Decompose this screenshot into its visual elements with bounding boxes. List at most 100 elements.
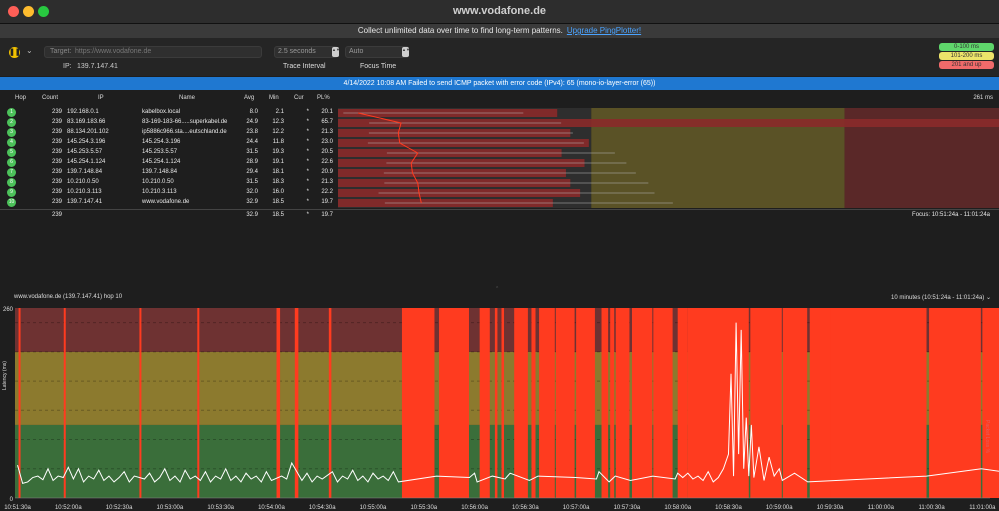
header-avg[interactable]: Avg xyxy=(244,95,254,101)
hop-ip: 139.7.147.41 xyxy=(67,199,103,205)
header-count[interactable]: Count xyxy=(42,95,58,101)
focus-time-select[interactable]: Auto xyxy=(345,46,409,58)
summary-min: 18.5 xyxy=(272,212,284,218)
hop-name: 145.254.1.124 xyxy=(142,159,181,165)
hop-number: 3 xyxy=(7,128,16,137)
hop-name: 139.7.148.84 xyxy=(142,169,178,175)
packet-loss-mark xyxy=(653,308,673,498)
hop-min: 12.3 xyxy=(272,119,284,125)
hop-cur: * xyxy=(306,169,309,175)
hop-count: 239 xyxy=(51,179,62,185)
hop-packet-loss: 19.7 xyxy=(321,199,333,205)
packet-loss-mark xyxy=(531,308,536,498)
promo-text: Collect unlimited data over time to find… xyxy=(357,26,563,35)
hop-cur: * xyxy=(306,189,309,195)
hop-ip: 10.210.0.50 xyxy=(67,179,99,185)
target-input[interactable]: https://www.vodafone.de xyxy=(44,46,262,58)
trace-interval-stepper[interactable]: ▲▼ xyxy=(332,47,340,57)
pause-button[interactable]: ❚❚ xyxy=(9,47,21,58)
upgrade-link[interactable]: Upgrade PingPlotter! xyxy=(567,26,641,35)
x-tick-label: 10:59:30a xyxy=(817,505,844,511)
y-axis-title: Latency (ms) xyxy=(2,361,8,390)
hop-number: 1 xyxy=(7,108,16,117)
legend-red-badge: 201 and up xyxy=(939,61,994,69)
focus-time-stepper[interactable]: ▲▼ xyxy=(402,47,410,57)
hop-avg: 32.9 xyxy=(246,199,258,205)
hop-packet-loss: 20.5 xyxy=(321,149,333,155)
x-tick-label: 10:54:30a xyxy=(309,505,336,511)
pingplotter-window: www.vodafone.de Collect unlimited data o… xyxy=(0,0,999,511)
x-tick-label: 10:55:00a xyxy=(360,505,387,511)
x-tick-label: 10:57:30a xyxy=(614,505,641,511)
target-label: Target: xyxy=(50,48,72,55)
packet-loss-mark xyxy=(197,308,200,498)
window-title: www.vodafone.de xyxy=(452,5,547,17)
x-tick-label: 10:53:30a xyxy=(207,505,234,511)
chevron-down-icon[interactable]: ⌄ xyxy=(26,46,33,55)
hop-min: 18.3 xyxy=(272,179,284,185)
header-name[interactable]: Name xyxy=(179,95,195,101)
hop-name: 83-169-183-66.....superkabel.de xyxy=(142,119,228,125)
latency-timeline-graph[interactable]: 10:51:30a 10:52:00a 10:52:30a 10:53:00a 10:5… xyxy=(0,300,999,511)
hop-min: 12.2 xyxy=(272,129,284,135)
hop-ip: 192.168.0.1 xyxy=(67,109,99,115)
hop-ip: 145.253.5.57 xyxy=(67,149,103,155)
error-alert-bar[interactable]: 4/14/2022 10:08 AM Failed to send ICMP p… xyxy=(0,77,999,90)
header-ip[interactable]: IP xyxy=(98,95,104,101)
hop-number: 7 xyxy=(7,168,16,177)
packet-loss-mark xyxy=(328,308,332,498)
summary-count: 239 xyxy=(51,212,62,218)
hop-min: 11.8 xyxy=(272,139,284,145)
hop-cur: * xyxy=(306,139,309,145)
packet-loss-mark xyxy=(631,308,653,498)
hop-ip: 88.134.201.102 xyxy=(67,129,109,135)
packet-loss-mark xyxy=(139,308,142,498)
legend-green-badge: 0-100 ms xyxy=(939,43,994,51)
x-tick-label: 11:01:00a xyxy=(969,505,996,511)
hop-avg: 23.8 xyxy=(246,129,258,135)
focus-range: Focus: 10:51:24a - 11:01:24a xyxy=(912,212,990,218)
x-tick-label: 10:58:00a xyxy=(664,505,691,511)
pane-divider-handle[interactable]: ⌃ xyxy=(495,286,499,292)
x-tick-label: 10:54:00a xyxy=(258,505,285,511)
title-bar: www.vodafone.de xyxy=(0,0,999,24)
header-hop[interactable]: Hop xyxy=(15,95,26,101)
hop-number: 9 xyxy=(7,188,16,197)
hop-min: 18.1 xyxy=(272,169,284,175)
header-min[interactable]: Min xyxy=(269,95,279,101)
packet-loss-mark xyxy=(494,308,498,498)
packet-loss-axis-title: Packet Loss % xyxy=(984,420,990,454)
hop-packet-loss: 20.1 xyxy=(321,109,333,115)
hop-ip: 10.210.3.113 xyxy=(67,189,102,195)
hop-min: 19.3 xyxy=(272,149,284,155)
packet-loss-mark xyxy=(576,308,595,498)
summary-pl: 19.7 xyxy=(321,212,333,218)
summary-avg: 32.9 xyxy=(246,212,258,218)
x-tick-label: 10:57:00a xyxy=(563,505,590,511)
hop-name: kabelbox.local xyxy=(142,109,181,115)
hop-count: 239 xyxy=(51,109,62,115)
header-pl[interactable]: PL% xyxy=(317,95,330,101)
hop-count: 239 xyxy=(51,139,62,145)
hop-min: 18.5 xyxy=(272,199,284,205)
hop-name: ip5886c966.sta....eutschland.de xyxy=(142,129,227,135)
trace-interval-select[interactable]: 2.5 seconds xyxy=(274,46,338,58)
hop-cur: * xyxy=(306,149,309,155)
hop-name: 145.253.5.57 xyxy=(142,149,178,155)
packet-loss-mark xyxy=(782,308,808,498)
hop-avg: 28.9 xyxy=(246,159,258,165)
packet-loss-mark xyxy=(830,308,927,498)
x-tick-label: 10:58:30a xyxy=(715,505,742,511)
packet-loss-mark xyxy=(401,308,435,498)
hop-avg: 24.4 xyxy=(246,139,258,145)
header-cur[interactable]: Cur xyxy=(294,95,304,101)
focus-time-label: Focus Time xyxy=(360,63,397,70)
packet-loss-mark xyxy=(439,308,469,498)
hop-name: 10.210.3.113 xyxy=(142,189,177,195)
hop-cur: * xyxy=(306,109,309,115)
packet-loss-mark xyxy=(539,308,555,498)
hop-avg: 31.5 xyxy=(246,179,258,185)
summary-row: 239 32.9 18.5 * 19.7 Focus: 10:51:24a - … xyxy=(0,209,999,219)
hop-cur: * xyxy=(306,119,309,125)
packet-loss-mark xyxy=(610,308,615,498)
